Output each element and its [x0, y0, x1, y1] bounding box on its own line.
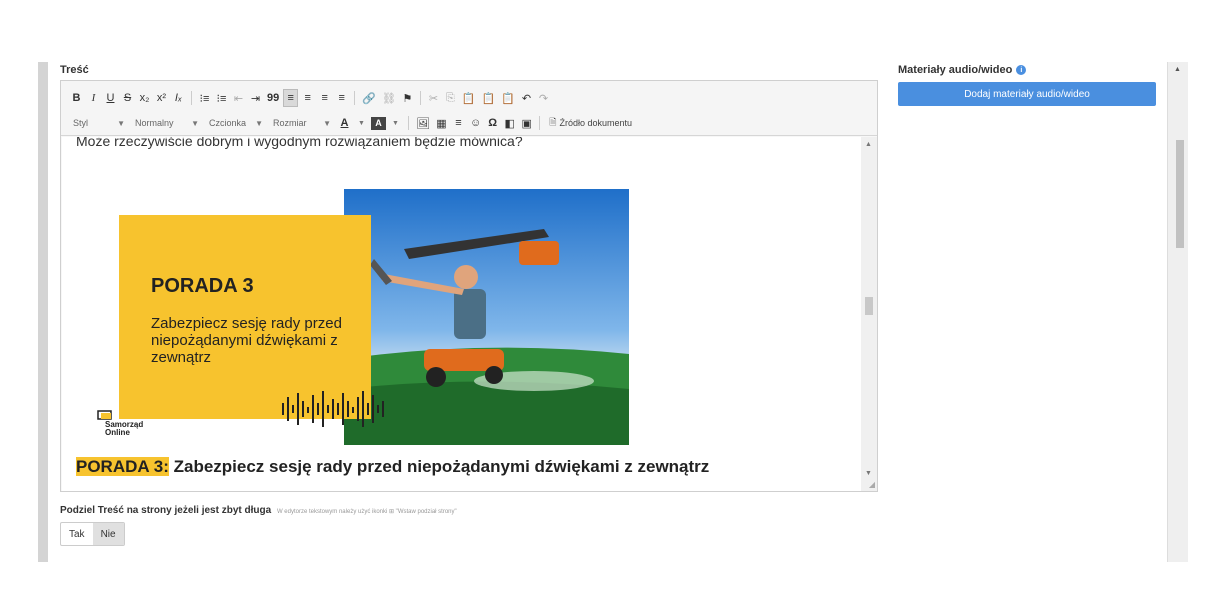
- chevron-down-icon[interactable]: ▼: [388, 114, 403, 132]
- undo-icon[interactable]: ↶: [519, 89, 534, 107]
- paste-icon[interactable]: 📋: [460, 89, 478, 107]
- toolbar-separator: [419, 91, 421, 105]
- porada-heading: PORADA 3: Zabezpiecz sesję rady przed ni…: [76, 457, 709, 477]
- unlink-icon[interactable]: ⛓: [380, 89, 398, 107]
- align-right-button[interactable]: ≡: [317, 89, 332, 107]
- italic-button[interactable]: I: [86, 89, 101, 107]
- split-pages-hint: W edytorze tekstowym należy użyć ikonki …: [276, 509, 457, 515]
- chevron-down-icon: ▼: [255, 118, 263, 128]
- scroll-up-icon[interactable]: ▲: [865, 141, 872, 148]
- info-icon[interactable]: i: [1016, 65, 1027, 75]
- toolbar-separator: [354, 91, 356, 105]
- porada-title: PORADA 3: [151, 275, 254, 297]
- align-justify-button[interactable]: ≡: [334, 89, 349, 107]
- bulleted-list-button[interactable]: ⁝≡: [214, 89, 229, 107]
- porada-subtitle: Zabezpiecz sesję rady przed niepożądanym…: [151, 315, 342, 366]
- cut-icon[interactable]: ✂: [426, 89, 441, 107]
- toolbar-separator: [408, 116, 409, 130]
- scroll-up-icon[interactable]: ▲: [1174, 66, 1181, 73]
- page-scrollbar[interactable]: ▲: [1167, 62, 1188, 562]
- document-icon: 🗎: [549, 117, 557, 127]
- toolbar-separator: [191, 91, 192, 105]
- rich-text-editor[interactable]: B I U S x₂ x² Iₓ ⁝≡ ⁝≡ ⇤ ⇥ 99 ≡ ≡ ≡ ≡ 🔗 …: [60, 80, 878, 492]
- editor-content[interactable]: Może rzeczywiście dobrym i wygodnym rozw…: [62, 137, 862, 491]
- align-left-button[interactable]: ≡: [283, 89, 299, 107]
- subscript-button[interactable]: x₂: [137, 89, 152, 107]
- logo-text: Samorząd Online: [105, 421, 143, 437]
- editor-toolbar: B I U S x₂ x² Iₓ ⁝≡ ⁝≡ ⇤ ⇥ 99 ≡ ≡ ≡ ≡ 🔗 …: [61, 81, 877, 136]
- anchor-flag-icon[interactable]: ⚑: [400, 89, 415, 107]
- toolbar-row-1: B I U S x₂ x² Iₓ ⁝≡ ⁝≡ ⇤ ⇥ 99 ≡ ≡ ≡ ≡ 🔗 …: [69, 87, 869, 109]
- media-section-label: Materiały audio/wideo i: [898, 64, 1027, 76]
- heading-text: Zabezpiecz sesję rady przed niepożądanym…: [168, 457, 710, 476]
- chevron-down-icon: ▼: [191, 118, 199, 128]
- horizontal-line-icon[interactable]: ≡: [451, 114, 466, 132]
- link-icon[interactable]: 🔗: [360, 89, 378, 107]
- resize-handle-icon[interactable]: ◢: [869, 480, 875, 489]
- split-pages-toggle[interactable]: Tak Nie: [60, 522, 125, 546]
- style-select-label: Styl: [73, 118, 89, 128]
- background-color-button[interactable]: A: [371, 116, 386, 130]
- media-label-text: Materiały audio/wideo: [898, 64, 1013, 76]
- font-select[interactable]: Czcionka ▼: [205, 114, 267, 132]
- embed-media-icon[interactable]: ▣: [519, 114, 534, 132]
- superscript-button[interactable]: x²: [154, 89, 169, 107]
- add-media-button[interactable]: Dodaj materiały audio/wideo: [898, 82, 1156, 106]
- content-field-label: Treść: [60, 64, 89, 76]
- editor-scroll-thumb[interactable]: [865, 297, 873, 315]
- strikethrough-button[interactable]: S: [120, 89, 135, 107]
- page-break-icon[interactable]: ◧: [502, 114, 517, 132]
- bold-button[interactable]: B: [69, 89, 84, 107]
- paste-text-icon[interactable]: 📋: [480, 89, 498, 107]
- source-button-label: Źródło dokumentu: [559, 118, 632, 128]
- size-select[interactable]: Rozmiar ▼: [269, 114, 335, 132]
- align-center-button[interactable]: ≡: [300, 89, 315, 107]
- editor-paragraph: Może rzeczywiście dobrym i wygodnym rozw…: [76, 137, 523, 149]
- smiley-icon[interactable]: ☺: [468, 114, 483, 132]
- toggle-no[interactable]: Nie: [92, 523, 124, 545]
- image-icon[interactable]: 🖼: [414, 114, 432, 132]
- article-image[interactable]: PORADA 3 Zabezpiecz sesję rady przed nie…: [97, 189, 631, 445]
- scroll-down-icon[interactable]: ▼: [865, 470, 872, 477]
- blockquote-button[interactable]: 99: [265, 89, 281, 107]
- remove-format-button[interactable]: Iₓ: [171, 89, 186, 107]
- format-select-label: Normalny: [135, 118, 174, 128]
- logo-line2: Online: [105, 428, 130, 437]
- special-char-icon[interactable]: Ω: [485, 114, 500, 132]
- split-pages-row: Podziel Treść na strony jeżeli jest zbyt…: [60, 505, 457, 516]
- soundwave-graphic: [280, 389, 392, 434]
- chevron-down-icon: ▼: [117, 118, 125, 128]
- heading-highlight: PORADA 3:: [76, 457, 169, 476]
- samorzad-online-logo: Samorząd Online: [97, 409, 143, 437]
- copy-icon[interactable]: ⎘: [443, 89, 458, 107]
- style-select[interactable]: Styl ▼: [69, 114, 129, 132]
- toggle-yes[interactable]: Tak: [61, 523, 93, 545]
- format-select[interactable]: Normalny ▼: [131, 114, 203, 132]
- split-pages-label: Podziel Treść na strony jeżeli jest zbyt…: [60, 505, 272, 516]
- toolbar-row-2: Styl ▼ Normalny ▼ Czcionka ▼ Rozmiar ▼ A ▼ A…: [69, 112, 869, 134]
- text-color-button[interactable]: A: [337, 114, 352, 132]
- toolbar-separator: [539, 116, 541, 130]
- font-select-label: Czcionka: [209, 118, 247, 128]
- size-select-label: Rozmiar: [273, 118, 307, 128]
- left-panel-edge: [38, 62, 48, 562]
- underline-button[interactable]: U: [103, 89, 118, 107]
- table-icon[interactable]: ▦: [434, 114, 449, 132]
- chevron-down-icon: ▼: [323, 118, 331, 128]
- chevron-down-icon[interactable]: ▼: [354, 114, 369, 132]
- page-scroll-thumb[interactable]: [1176, 140, 1184, 248]
- editor-scrollbar[interactable]: ▲ ▼: [861, 137, 877, 491]
- indent-button[interactable]: ⇥: [248, 89, 263, 107]
- source-button[interactable]: 🗎 Źródło dokumentu: [545, 114, 636, 132]
- outdent-button[interactable]: ⇤: [231, 89, 246, 107]
- numbered-list-button[interactable]: ⁝≡: [197, 89, 212, 107]
- paste-word-icon[interactable]: 📋: [499, 89, 517, 107]
- redo-icon[interactable]: ↷: [536, 89, 551, 107]
